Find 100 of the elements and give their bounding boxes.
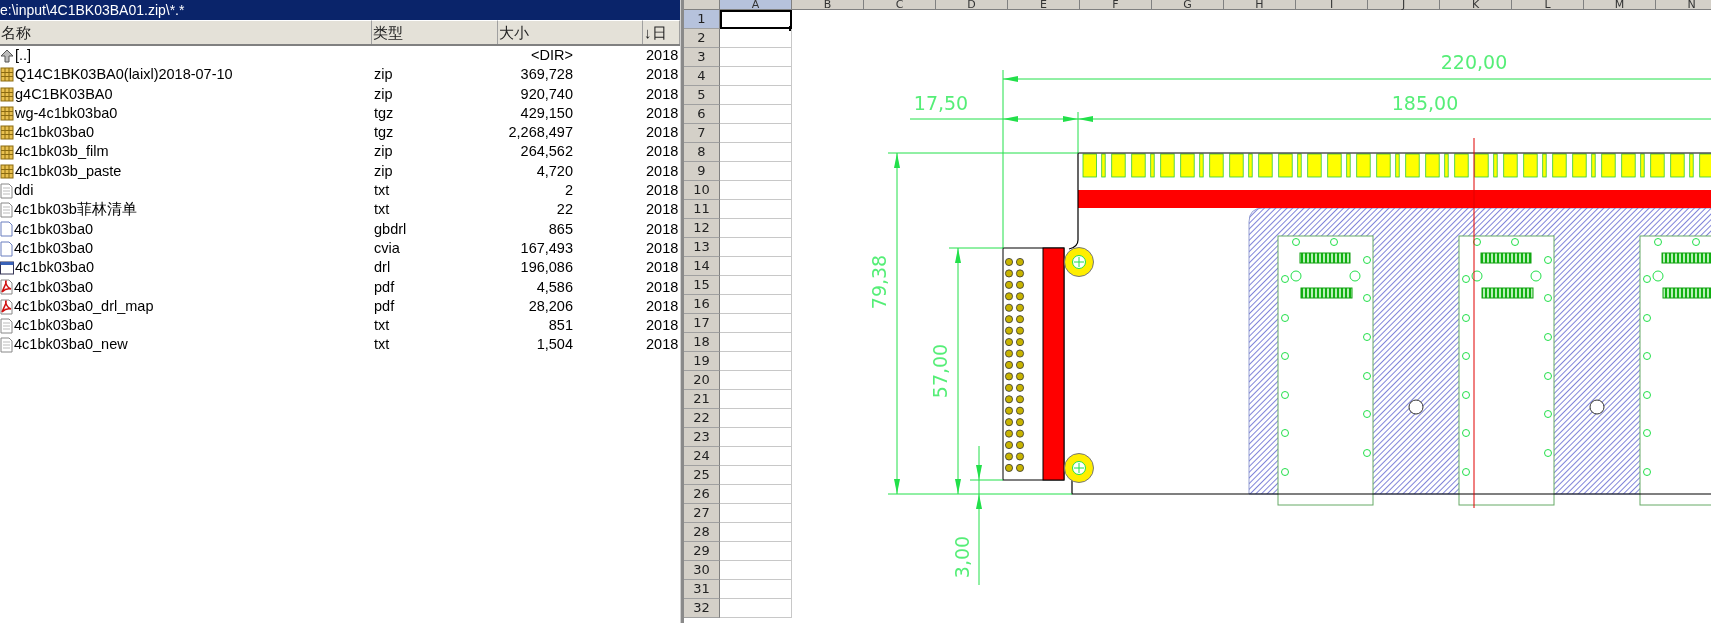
file-name[interactable]: 4c1bk03ba0 [14,219,93,239]
file-name[interactable]: 4c1bk03ba0_new [14,335,128,355]
file-name[interactable]: 4c1bk03ba0 [14,238,93,259]
column-header[interactable]: D [936,0,1008,10]
row-header[interactable]: 8 [684,143,720,162]
file-size: 4,586 [535,277,574,297]
file-date: 2018 [645,238,680,258]
sheet-corner[interactable] [684,0,720,10]
file-type: tgz [373,103,395,123]
file-type: zip [373,161,394,181]
row-header[interactable]: 2 [684,29,720,48]
row-header[interactable]: 13 [684,238,720,257]
file-date: 2018 [645,123,680,143]
row-header[interactable]: 19 [684,352,720,371]
file-name[interactable]: 4c1bk03b_film [15,142,109,162]
file-type: txt [373,335,391,355]
file-date: 2018 [645,335,680,355]
archive-icon [0,86,14,102]
column-header[interactable]: I [1296,0,1368,10]
row-header[interactable]: 16 [684,295,720,314]
file-date: 2018 [645,277,680,297]
file-size: 4,720 [535,161,574,181]
row-header[interactable]: 20 [684,371,720,390]
column-header[interactable]: 类型 [372,20,498,44]
column-header[interactable]: F [1080,0,1152,10]
row-header[interactable]: 18 [684,333,720,352]
file-date: 2018 [645,142,680,162]
column-header[interactable]: A [720,0,792,10]
row-header[interactable]: 17 [684,314,720,333]
file-date: 2018 [645,161,680,181]
column-header[interactable]: B [792,0,864,10]
file-size: 196,086 [519,258,574,278]
active-cell[interactable] [720,10,792,29]
file-size: 369,728 [519,65,574,85]
row-header[interactable]: 30 [684,561,720,580]
column-header[interactable]: 名称 [0,20,372,44]
row-header[interactable]: 21 [684,390,720,409]
file-name[interactable]: 4c1bk03b_paste [15,161,122,182]
column-header[interactable]: C [864,0,936,10]
row-header[interactable]: 22 [684,409,720,428]
mounting-hole [1064,453,1094,483]
archive-icon [0,67,14,83]
column-header[interactable]: J [1368,0,1440,10]
file-type: txt [373,181,391,201]
column-header[interactable]: M [1584,0,1656,10]
file-name[interactable]: 4c1bk03ba0 [15,258,94,278]
row-header[interactable]: 24 [684,447,720,466]
file-name[interactable]: Q14C1BK03BA0(laixl)2018-07-10 [15,65,233,85]
column-header[interactable]: ↓日 [643,20,680,44]
file-date: 2018 [645,103,680,123]
file-name[interactable]: ddi [14,181,34,201]
file-size: 2 [563,181,574,201]
row-header[interactable]: 15 [684,276,720,295]
column-header[interactable]: K [1440,0,1512,10]
row-header[interactable]: 32 [684,599,720,618]
column-header[interactable]: N [1656,0,1711,10]
dimension-label: 3,00 [950,535,973,579]
file-name[interactable]: 4c1bk03ba0 [15,123,94,143]
column-header[interactable]: 大小 [498,20,643,44]
row-header[interactable]: 4 [684,67,720,86]
row-header[interactable]: 31 [684,580,720,599]
file-name[interactable]: 4c1bk03ba0 [14,316,93,336]
file-size: 865 [547,219,574,239]
file-type: zip [373,84,394,104]
row-header[interactable]: 7 [684,124,720,143]
dimension-label: 220,00 [1440,50,1508,73]
row-header[interactable]: 12 [684,219,720,238]
column-header[interactable]: E [1008,0,1080,10]
file-name[interactable]: 4c1bk03b菲林清单 [14,200,137,220]
row-header[interactable]: 29 [684,542,720,561]
row-header[interactable]: 28 [684,523,720,542]
file-name[interactable]: g4C1BK03BA0 [15,84,113,104]
row-header[interactable]: 11 [684,200,720,219]
file-date: 2018 [645,316,680,336]
file-name[interactable]: 4c1bk03ba0 [14,277,93,297]
row-header[interactable]: 1 [684,10,720,29]
dimension-label: 185,00 [1391,91,1459,114]
file-date: 2018 [645,46,680,65]
row-header[interactable]: 27 [684,504,720,523]
file-name[interactable]: [..] [15,46,32,66]
file-date: 2018 [645,296,680,316]
row-header[interactable]: 9 [684,162,720,181]
column-header[interactable]: H [1224,0,1296,10]
file-date: 2018 [645,258,680,278]
file-name[interactable]: wg-4c1bk03ba0 [15,103,118,124]
file-type: txt [373,316,391,336]
row-header[interactable]: 23 [684,428,720,447]
row-header[interactable]: 6 [684,105,720,124]
file-name[interactable]: 4c1bk03ba0_drl_map [14,296,154,317]
row-header[interactable]: 14 [684,257,720,276]
row-header[interactable]: 26 [684,485,720,504]
row-header[interactable]: 25 [684,466,720,485]
file-size: 22 [555,200,574,220]
row-header[interactable]: 3 [684,48,720,67]
archive-icon [0,125,14,141]
row-header[interactable]: 5 [684,86,720,105]
file-date: 2018 [645,65,680,85]
column-header[interactable]: G [1152,0,1224,10]
row-header[interactable]: 10 [684,181,720,200]
column-header[interactable]: L [1512,0,1584,10]
